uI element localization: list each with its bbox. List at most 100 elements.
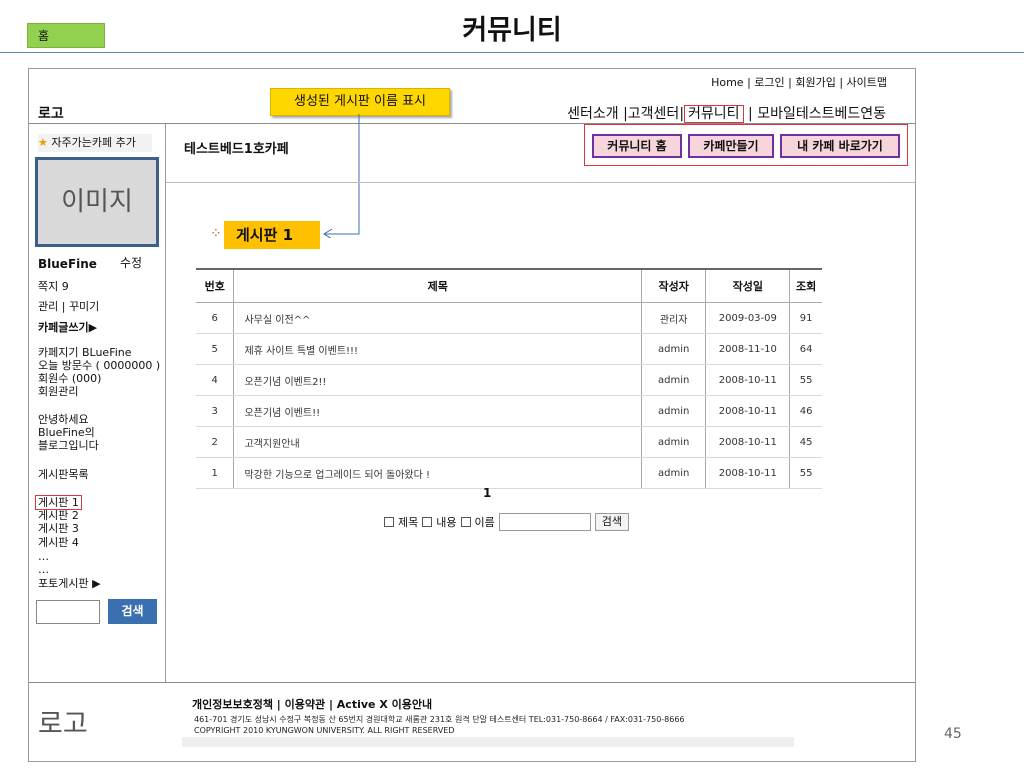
- table-row[interactable]: 6 사무실 이전^^ 관리자 2009-03-09 91: [196, 302, 822, 334]
- photo-board-link[interactable]: 포토게시판 ▶: [38, 577, 101, 590]
- search-option-title: 제목: [398, 516, 419, 529]
- sidebar-divider: [165, 124, 166, 682]
- sidebar-board-2[interactable]: 게시판 2: [38, 509, 79, 522]
- footer-address: 461-701 경기도 성남시 수정구 복정동 산 65번지 경원대학교 새롬관…: [194, 714, 685, 736]
- nav-item-mobile-testbed[interactable]: | 모바일테스트베드연동: [744, 106, 886, 122]
- footer-bar: [182, 737, 794, 747]
- visitors-today: 오늘 방문수 ( 0000000 ): [38, 359, 161, 372]
- row-date: 2008-10-11: [705, 426, 790, 458]
- search-option-content: 내용: [436, 516, 457, 529]
- row-date: 2009-03-09: [705, 302, 790, 334]
- greeting-line-2: BlueFine의: [38, 426, 95, 439]
- row-views: 55: [789, 457, 822, 489]
- row-date: 2008-11-10: [705, 333, 790, 365]
- cafe-write-link[interactable]: 카페글쓰기▶: [38, 321, 97, 334]
- community-home-button[interactable]: 커뮤니티 홈: [592, 134, 682, 158]
- row-author: admin: [640, 364, 706, 396]
- board-list-title: 게시판목록: [38, 468, 89, 481]
- table-row[interactable]: 1 막강한 기능으로 업그레이드 되어 돌아왔다 ! admin 2008-10…: [196, 457, 822, 489]
- footer-logo: 로고: [38, 709, 88, 740]
- row-no: 4: [196, 364, 234, 396]
- row-title-link[interactable]: 제휴 사이트 특별 이벤트!!!: [233, 333, 642, 365]
- nav-item-community[interactable]: 커뮤니티: [684, 105, 744, 123]
- footer-copyright: COPYRIGHT 2010 KYUNGWON UNIVERSITY. ALL …: [194, 726, 455, 735]
- footer-links[interactable]: 개인정보보호정책 | 이용약관 | Active X 이용안내: [192, 696, 432, 712]
- row-views: 91: [789, 302, 822, 334]
- row-views: 64: [789, 333, 822, 365]
- board-table: 번호 제목 작성자 작성일 조회 6 사무실 이전^^ 관리자 2009-03-…: [196, 268, 822, 489]
- row-title-link[interactable]: 사무실 이전^^: [233, 302, 642, 334]
- row-author: admin: [640, 333, 706, 365]
- row-views: 46: [789, 395, 822, 427]
- search-option-name: 이름: [474, 516, 495, 529]
- profile-image-placeholder: 이미지: [35, 157, 159, 247]
- cafe-name: 테스트베드1호카페: [184, 142, 289, 157]
- sidebar-board-3[interactable]: 게시판 3: [38, 522, 79, 535]
- sidebar-board-more-1: …: [38, 550, 49, 563]
- main-header-divider: [166, 182, 915, 183]
- sidebar-search-button[interactable]: 검색: [108, 599, 157, 624]
- col-header-views[interactable]: 조회: [789, 268, 822, 303]
- header-logo[interactable]: 로고: [38, 103, 64, 123]
- sidebar-board-more-2: …: [38, 563, 49, 576]
- table-row[interactable]: 2 고객지원안내 admin 2008-10-11 45: [196, 426, 822, 458]
- col-header-date: 작성일: [705, 268, 790, 303]
- top-links[interactable]: Home | 로그인 | 회원가입 | 사이트맵: [711, 74, 887, 90]
- row-author: admin: [640, 395, 706, 427]
- favorite-cafe-button[interactable]: ★ 자주가는카페 추가: [38, 134, 152, 152]
- row-no: 5: [196, 333, 234, 365]
- annotation-callout: 생성된 게시판 이름 표시: [270, 88, 450, 116]
- board-search-input[interactable]: [498, 513, 591, 531]
- row-no: 2: [196, 426, 234, 458]
- slide-title: 커뮤니티: [462, 15, 562, 46]
- slide-divider: [0, 52, 1024, 53]
- member-count: 회원수 (000): [38, 372, 102, 385]
- star-icon: ★: [38, 136, 48, 149]
- bullet-icon: ⁘: [210, 226, 222, 242]
- member-manage-link[interactable]: 회원관리: [38, 385, 78, 398]
- greeting-line-3: 블로그입니다: [38, 439, 99, 452]
- board-search-button[interactable]: 검색: [594, 513, 629, 531]
- row-date: 2008-10-11: [705, 395, 790, 427]
- sidebar-search-input[interactable]: [36, 600, 100, 624]
- pagination-page-1[interactable]: 1: [483, 486, 491, 500]
- footer-divider: [29, 682, 915, 683]
- sidebar-board-4[interactable]: 게시판 4: [38, 536, 79, 549]
- table-row[interactable]: 5 제휴 사이트 특별 이벤트!!! admin 2008-11-10 64: [196, 333, 822, 365]
- messages-link[interactable]: 쪽지 9: [38, 280, 69, 293]
- slide-page-number: 45: [944, 726, 962, 742]
- row-date: 2008-10-11: [705, 457, 790, 489]
- username: BlueFine: [38, 257, 97, 271]
- board-name-label: 게시판 1: [224, 221, 320, 249]
- board-search-row: 제목 내용 이름 검색: [384, 513, 629, 531]
- table-row[interactable]: 4 오픈기념 이벤트2!! admin 2008-10-11 55: [196, 364, 822, 396]
- row-author: admin: [640, 457, 706, 489]
- col-header-title: 제목: [233, 268, 642, 303]
- main-nav: 센터소개 |고객센터| 커뮤니티 | 모바일테스트베드연동: [567, 103, 886, 123]
- table-header-row: 번호 제목 작성자 작성일 조회: [196, 268, 822, 303]
- row-no: 6: [196, 302, 234, 334]
- manage-links[interactable]: 관리 | 꾸미기: [38, 300, 99, 313]
- nav-left-items[interactable]: 센터소개 |고객센터|: [567, 106, 684, 122]
- row-author: admin: [640, 426, 706, 458]
- row-title-link[interactable]: 오픈기념 이벤트!!: [233, 395, 642, 427]
- edit-link[interactable]: 수정: [120, 257, 142, 270]
- checkbox-name[interactable]: [460, 517, 471, 527]
- col-header-no: 번호: [196, 268, 234, 303]
- greeting-line-1: 안녕하세요: [38, 413, 89, 426]
- checkbox-title[interactable]: [384, 517, 394, 527]
- row-views: 55: [789, 364, 822, 396]
- row-title-link[interactable]: 오픈기념 이벤트2!!: [233, 364, 642, 396]
- create-cafe-button[interactable]: 카페만들기: [688, 134, 774, 158]
- table-row[interactable]: 3 오픈기념 이벤트!! admin 2008-10-11 46: [196, 395, 822, 427]
- row-date: 2008-10-11: [705, 364, 790, 396]
- row-no: 3: [196, 395, 234, 427]
- my-cafe-button[interactable]: 내 카페 바로가기: [780, 134, 900, 158]
- row-title-link[interactable]: 고객지원안내: [233, 426, 642, 458]
- row-author: 관리자: [640, 302, 706, 334]
- col-header-author: 작성자: [640, 268, 706, 303]
- row-title-link[interactable]: 막강한 기능으로 업그레이드 되어 돌아왔다 !: [233, 457, 642, 489]
- callout-arrow: [323, 114, 360, 238]
- sidebar-board-1[interactable]: 게시판 1: [35, 495, 82, 510]
- checkbox-content[interactable]: [422, 517, 433, 527]
